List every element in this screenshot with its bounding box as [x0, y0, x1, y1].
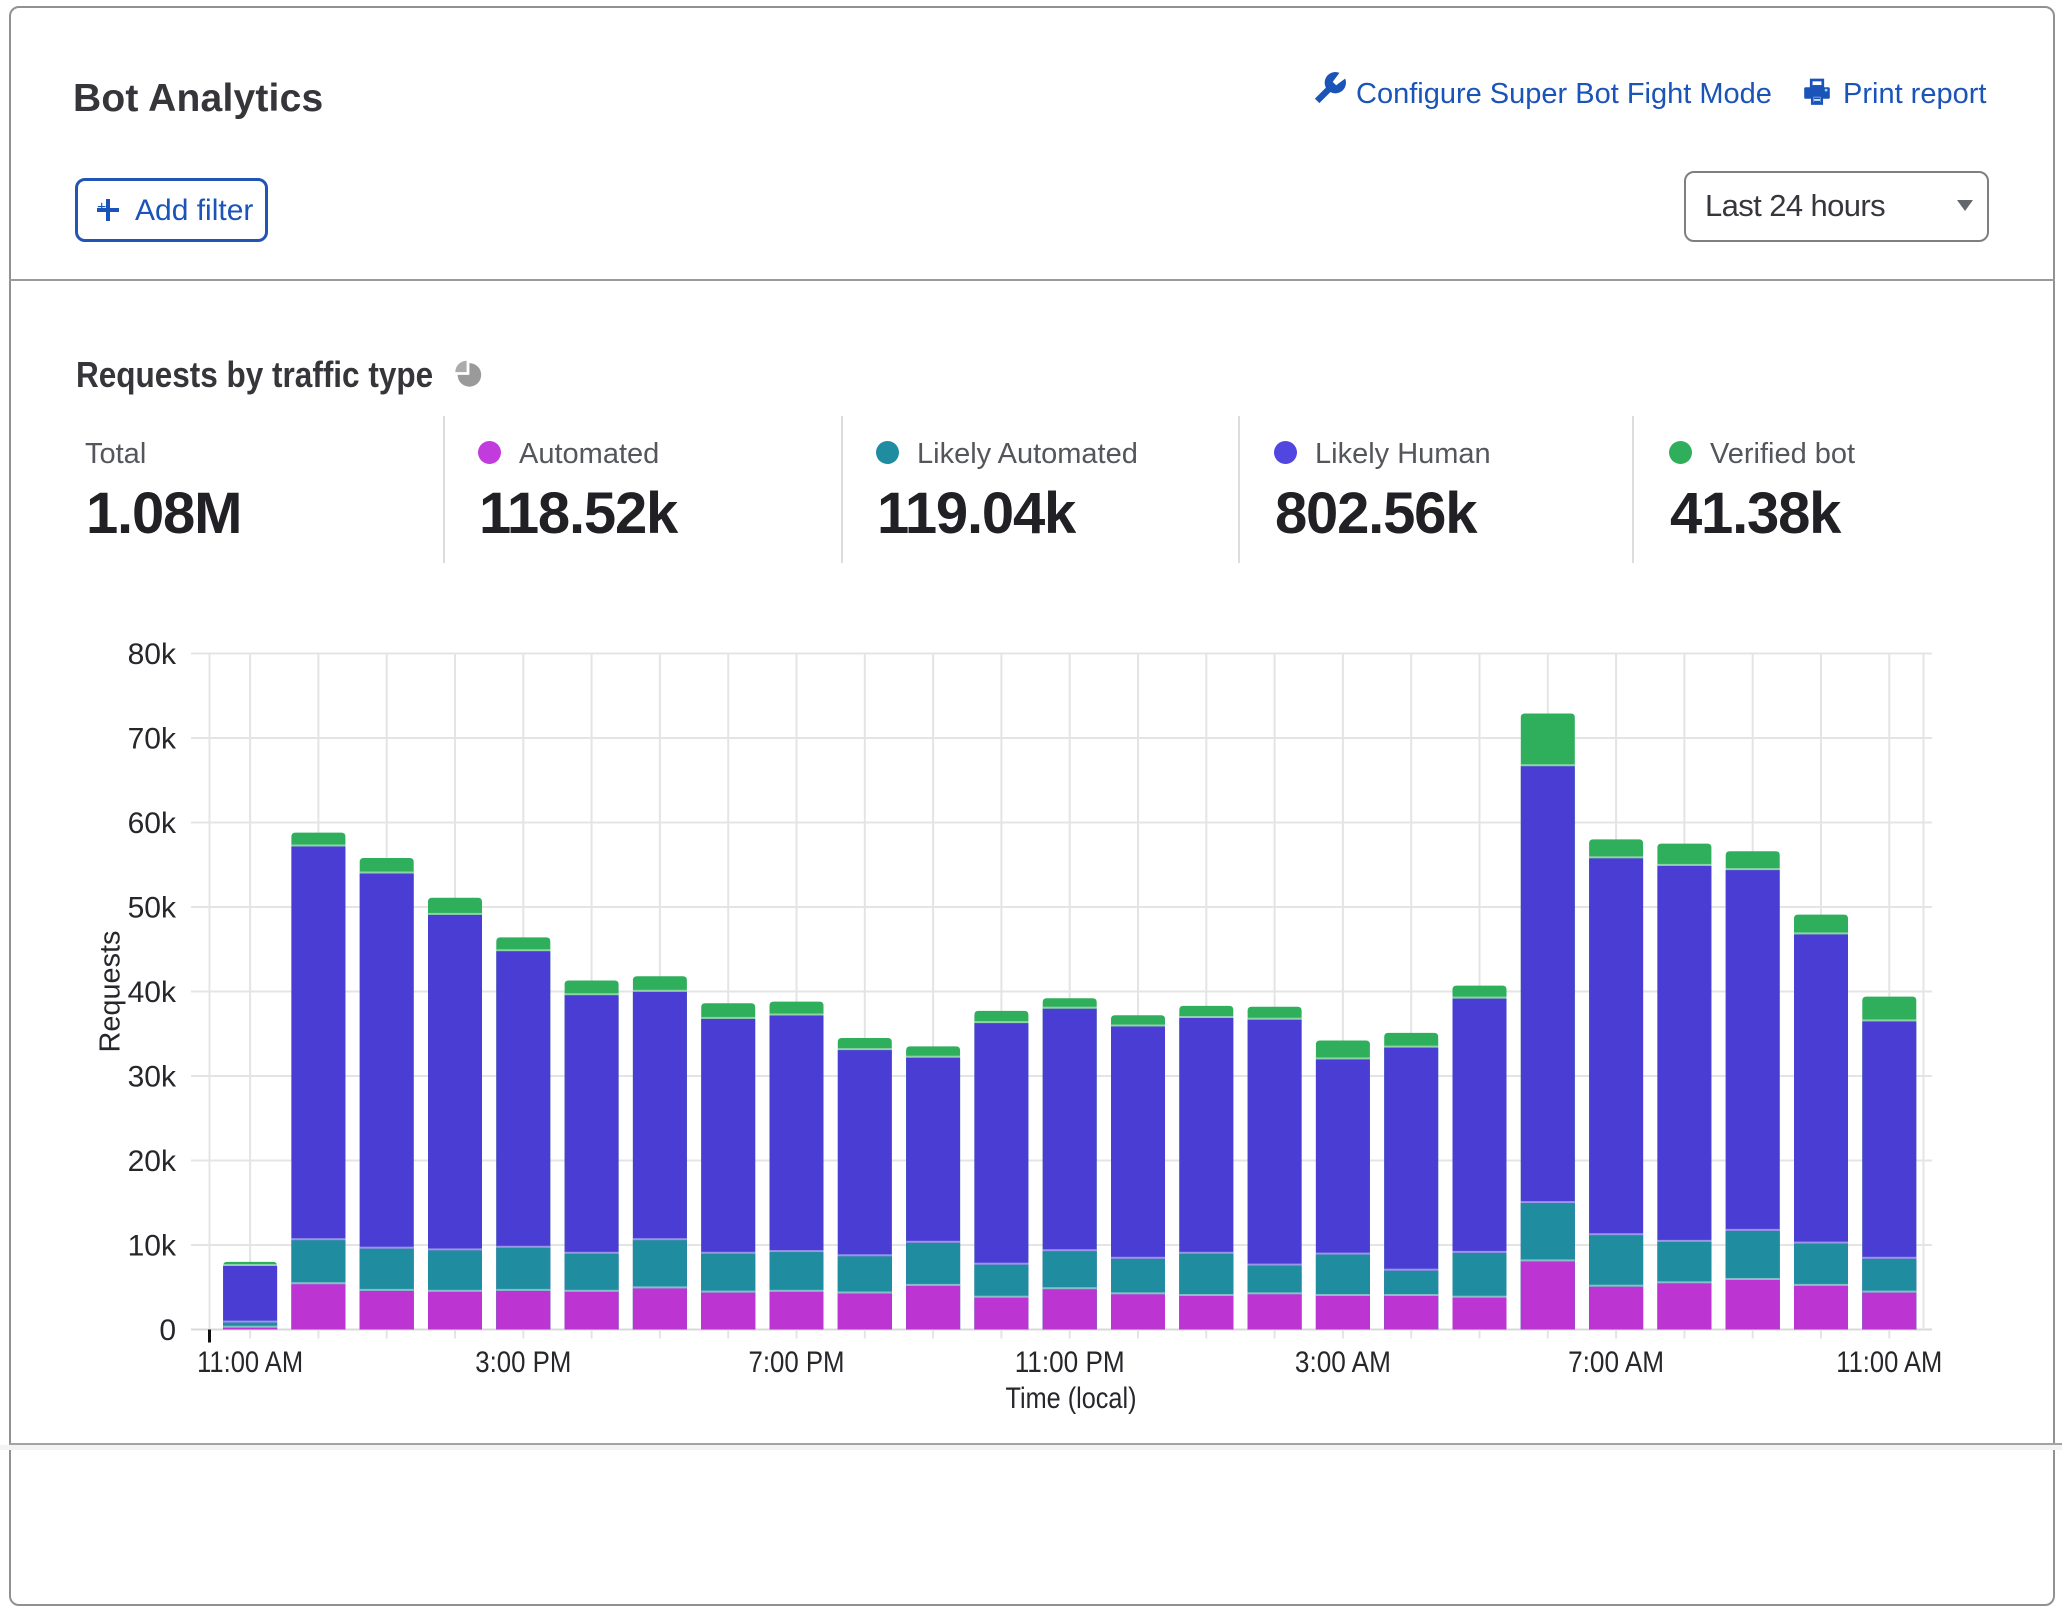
svg-text:10k: 10k — [128, 1230, 177, 1263]
svg-text:80k: 80k — [128, 638, 177, 671]
svg-text:Time (local): Time (local) — [1006, 1382, 1137, 1415]
svg-text:3:00 PM: 3:00 PM — [475, 1346, 571, 1379]
svg-text:Requests: Requests — [95, 931, 127, 1053]
svg-text:20k: 20k — [128, 1145, 177, 1178]
svg-text:7:00 AM: 7:00 AM — [1568, 1346, 1664, 1379]
svg-text:30k: 30k — [128, 1061, 177, 1094]
svg-text:7:00 PM: 7:00 PM — [749, 1346, 845, 1379]
svg-text:11:00 AM: 11:00 AM — [197, 1346, 303, 1379]
svg-text:0: 0 — [159, 1314, 176, 1347]
svg-text:11:00 PM: 11:00 PM — [1015, 1346, 1125, 1379]
svg-text:3:00 AM: 3:00 AM — [1295, 1346, 1391, 1379]
svg-text:50k: 50k — [128, 892, 177, 925]
svg-text:11:00 AM: 11:00 AM — [1836, 1346, 1942, 1379]
svg-text:70k: 70k — [128, 723, 177, 756]
svg-text:40k: 40k — [128, 976, 177, 1009]
svg-text:60k: 60k — [128, 807, 177, 840]
